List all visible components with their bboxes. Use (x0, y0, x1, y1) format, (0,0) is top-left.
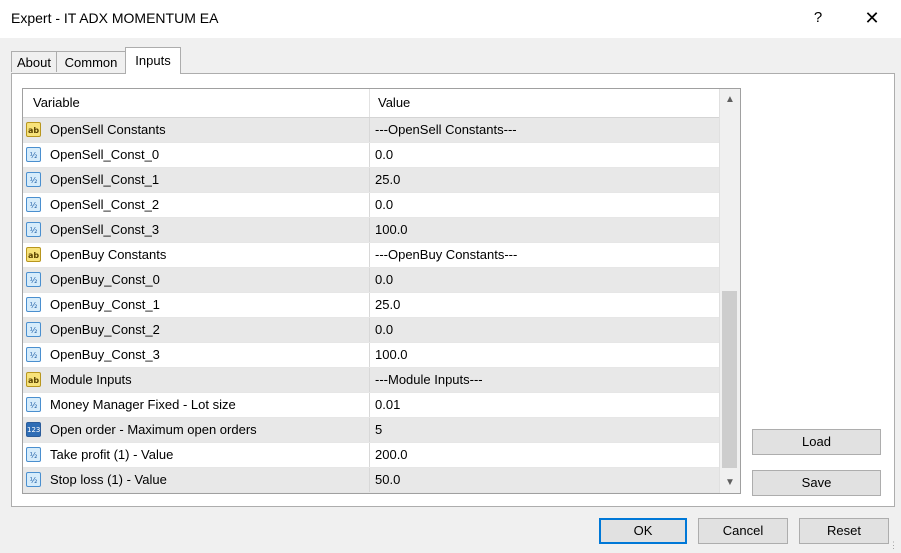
variable-value[interactable]: 0.01 (375, 397, 400, 412)
grid-rows: ab OpenSell Constants ---OpenSell Constant… (23, 118, 719, 493)
scroll-down-icon[interactable]: ▼ (720, 473, 740, 493)
cell-divider (369, 118, 370, 142)
double-value-icon: ½ (26, 347, 41, 362)
cell-divider (369, 418, 370, 442)
variable-name: Module Inputs (50, 372, 132, 387)
tab-about[interactable]: About (11, 51, 57, 72)
string-value-icon: ab (26, 122, 41, 137)
variable-name: OpenSell_Const_1 (50, 172, 160, 187)
column-divider[interactable] (369, 89, 370, 117)
variable-name: OpenSell_Const_3 (50, 222, 160, 237)
scroll-up-icon[interactable]: ▲ (720, 89, 740, 109)
variable-value[interactable]: 5 (375, 422, 382, 437)
variable-name: OpenBuy_Const_1 (50, 297, 160, 312)
table-row[interactable]: ½ OpenBuy_Const_3 100.0 (23, 343, 719, 368)
table-row[interactable]: ½ Take profit (1) - Value 200.0 (23, 443, 719, 468)
column-header-variable[interactable]: Variable (33, 95, 80, 110)
table-row[interactable]: ½ OpenBuy_Const_1 25.0 (23, 293, 719, 318)
double-value-icon: ½ (26, 197, 41, 212)
variable-value[interactable]: 0.0 (375, 197, 393, 212)
variable-name: OpenBuy_Const_0 (50, 272, 160, 287)
table-row[interactable]: ½ OpenBuy_Const_2 0.0 (23, 318, 719, 343)
double-value-icon: ½ (26, 447, 41, 462)
double-value-icon: ½ (26, 272, 41, 287)
variable-name: Take profit (1) - Value (50, 447, 174, 462)
window-title: Expert - IT ADX MOMENTUM EA (11, 10, 219, 26)
variable-value[interactable]: 25.0 (375, 172, 400, 187)
load-button[interactable]: Load (752, 429, 881, 455)
table-row[interactable]: ½ OpenSell_Const_3 100.0 (23, 218, 719, 243)
variable-value[interactable]: 0.0 (375, 322, 393, 337)
cell-divider (369, 193, 370, 217)
cell-divider (369, 243, 370, 267)
double-value-icon: ½ (26, 172, 41, 187)
variable-name: Open order - Maximum open orders (50, 422, 257, 437)
table-row[interactable]: ab Module Inputs ---Module Inputs--- (23, 368, 719, 393)
double-value-icon: ½ (26, 147, 41, 162)
variable-value[interactable]: ---OpenBuy Constants--- (375, 247, 517, 262)
variable-name: Money Manager Fixed - Lot size (50, 397, 236, 412)
variable-name: OpenBuy_Const_2 (50, 322, 160, 337)
cell-divider (369, 268, 370, 292)
cell-divider (369, 468, 370, 492)
vertical-scrollbar[interactable]: ▲ ▼ (719, 89, 740, 493)
integer-value-icon: 123 (26, 422, 41, 437)
table-row[interactable]: ½ OpenSell_Const_2 0.0 (23, 193, 719, 218)
double-value-icon: ½ (26, 222, 41, 237)
cell-divider (369, 218, 370, 242)
cell-divider (369, 318, 370, 342)
variable-value[interactable]: ---OpenSell Constants--- (375, 122, 517, 137)
variable-value[interactable]: 200.0 (375, 447, 408, 462)
cell-divider (369, 343, 370, 367)
grid-header: Variable Value (23, 89, 719, 118)
cell-divider (369, 443, 370, 467)
variable-value[interactable]: 100.0 (375, 222, 408, 237)
variable-value[interactable]: 100.0 (375, 347, 408, 362)
variable-name: OpenBuy Constants (50, 247, 167, 262)
help-button[interactable]: ? (806, 6, 830, 30)
double-value-icon: ½ (26, 297, 41, 312)
table-row[interactable]: ab OpenSell Constants ---OpenSell Constant… (23, 118, 719, 143)
cancel-button[interactable]: Cancel (698, 518, 788, 544)
table-row[interactable]: ½ OpenSell_Const_0 0.0 (23, 143, 719, 168)
table-row[interactable]: ½ Stop loss (1) - Value 50.0 (23, 468, 719, 493)
table-row[interactable]: ½ OpenBuy_Const_0 0.0 (23, 268, 719, 293)
save-button[interactable]: Save (752, 470, 881, 496)
table-row[interactable]: ½ OpenSell_Const_1 25.0 (23, 168, 719, 193)
cell-divider (369, 168, 370, 192)
inputs-grid: Variable Value ab OpenSell Constants ---Op… (22, 88, 741, 494)
variable-name: OpenSell_Const_0 (50, 147, 160, 162)
title-bar: Expert - IT ADX MOMENTUM EA ? ✕ (0, 0, 901, 38)
double-value-icon: ½ (26, 472, 41, 487)
variable-value[interactable]: 50.0 (375, 472, 400, 487)
string-value-icon: ab (26, 372, 41, 387)
double-value-icon: ½ (26, 397, 41, 412)
variable-value[interactable]: 0.0 (375, 147, 393, 162)
variable-value[interactable]: 0.0 (375, 272, 393, 287)
variable-name: OpenBuy_Const_3 (50, 347, 160, 362)
double-value-icon: ½ (26, 322, 41, 337)
reset-button[interactable]: Reset (799, 518, 889, 544)
variable-value[interactable]: 25.0 (375, 297, 400, 312)
table-row[interactable]: 123 Open order - Maximum open orders 5 (23, 418, 719, 443)
cell-divider (369, 143, 370, 167)
table-row[interactable]: ½ Money Manager Fixed - Lot size 0.01 (23, 393, 719, 418)
ok-button[interactable]: OK (599, 518, 687, 544)
variable-value[interactable]: ---Module Inputs--- (375, 372, 483, 387)
close-button[interactable]: ✕ (859, 6, 885, 30)
string-value-icon: ab (26, 247, 41, 262)
variable-name: OpenSell Constants (50, 122, 166, 137)
table-row[interactable]: ab OpenBuy Constants ---OpenBuy Constants-… (23, 243, 719, 268)
variable-name: Stop loss (1) - Value (50, 472, 167, 487)
tab-inputs[interactable]: Inputs (125, 47, 181, 74)
column-header-value[interactable]: Value (378, 95, 410, 110)
tab-common[interactable]: Common (56, 51, 126, 72)
resize-grip-icon[interactable]: ⋮ (884, 538, 898, 552)
variable-name: OpenSell_Const_2 (50, 197, 160, 212)
cell-divider (369, 393, 370, 417)
cell-divider (369, 293, 370, 317)
scrollbar-thumb[interactable] (722, 291, 737, 468)
cell-divider (369, 368, 370, 392)
